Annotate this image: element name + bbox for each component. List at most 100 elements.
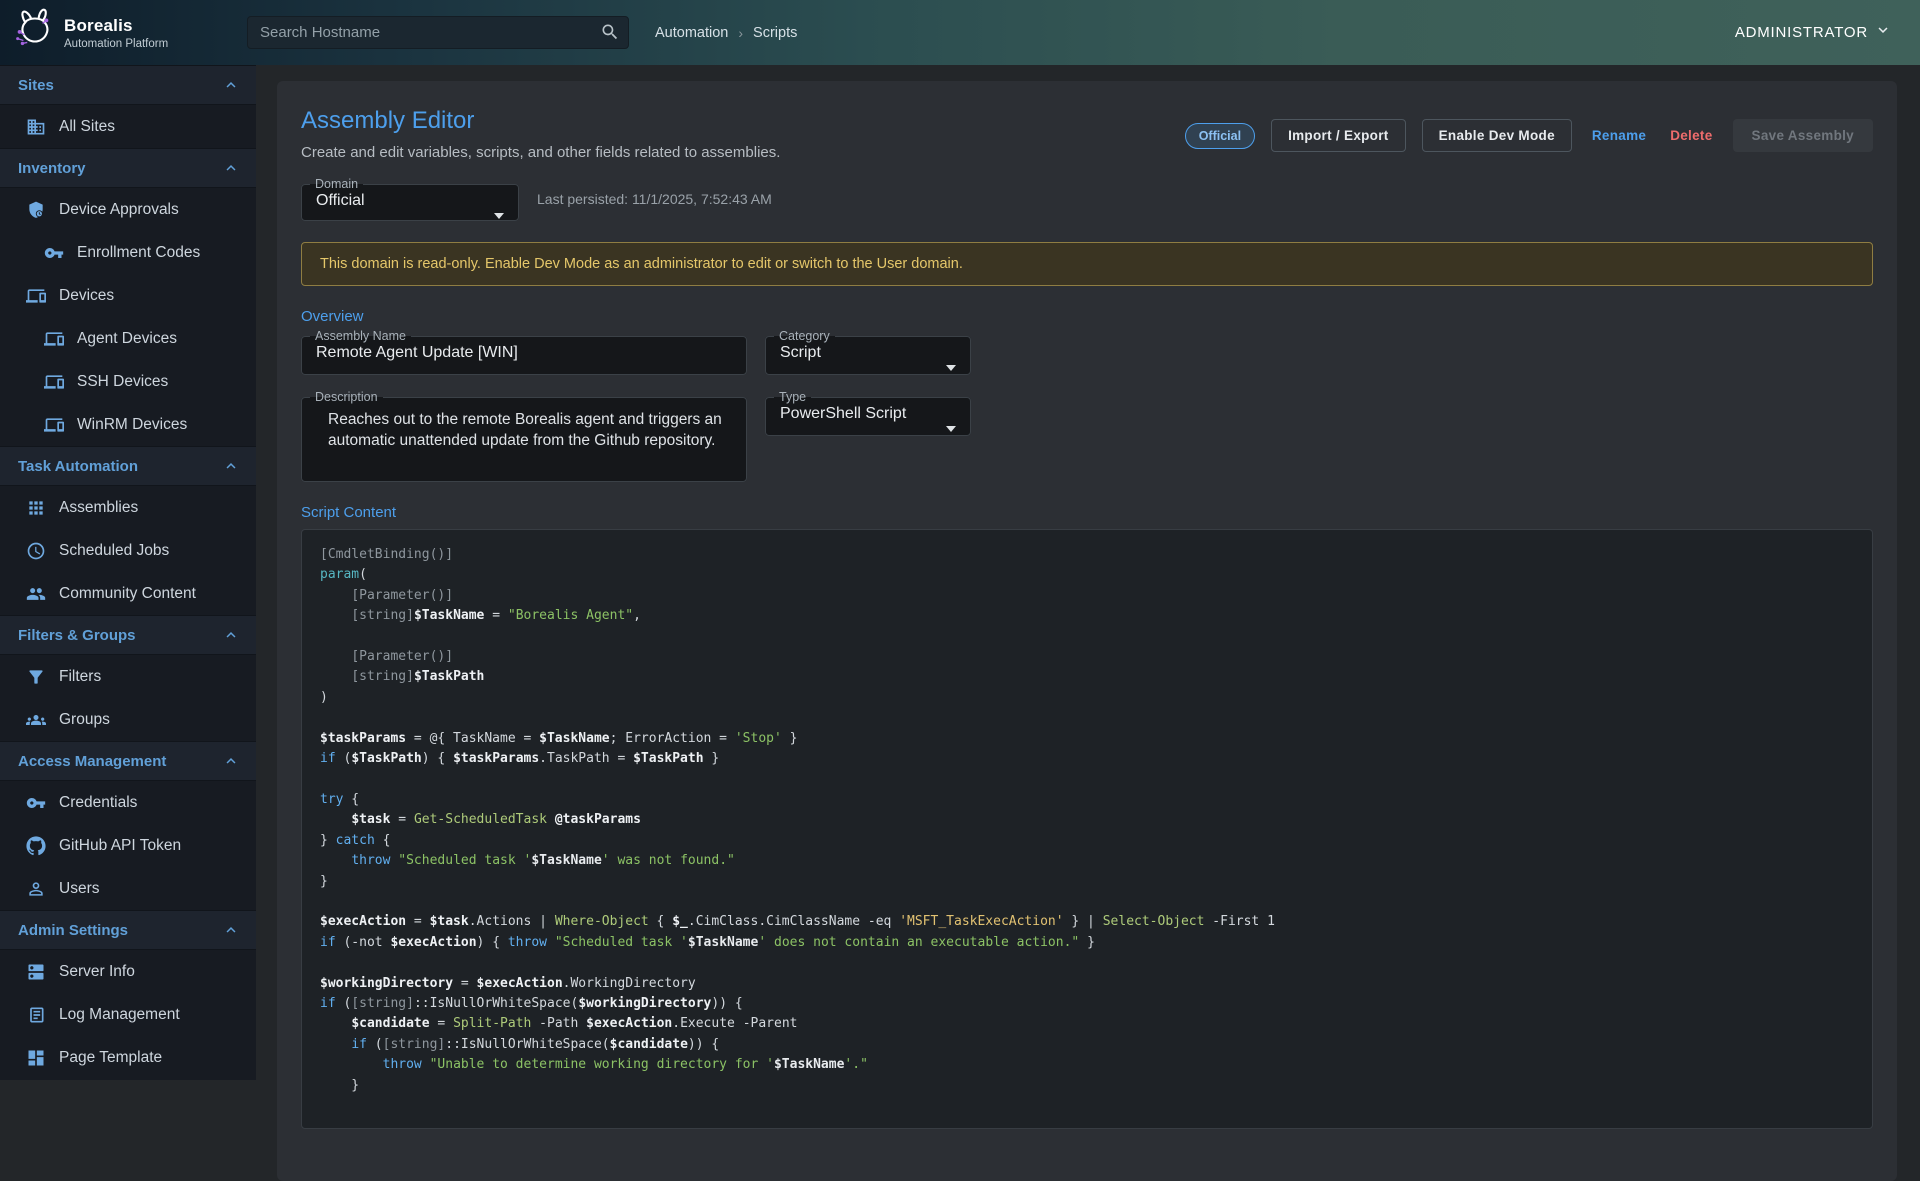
script-code[interactable]: [CmdletBinding()]param( [Parameter()] [s… xyxy=(301,529,1873,1129)
breadcrumb-separator-icon: › xyxy=(738,25,743,41)
code-line xyxy=(320,892,1854,912)
sidebar-item-server-info[interactable]: Server Info xyxy=(0,950,256,993)
sidebar-item-label: Scheduled Jobs xyxy=(59,542,169,560)
people-icon xyxy=(26,584,46,604)
code-line: param( xyxy=(320,565,1854,585)
assembly-name-value: Remote Agent Update [WIN] xyxy=(302,343,746,372)
domain-select[interactable]: Domain Official xyxy=(301,177,519,221)
main-content: Assembly Editor Create and edit variable… xyxy=(256,65,1920,1181)
brand[interactable]: Borealis Automation Platform xyxy=(0,7,247,58)
sidebar-section-task-automation[interactable]: Task Automation xyxy=(0,446,256,486)
sidebar-item-label: SSH Devices xyxy=(77,373,168,391)
assembly-name-field[interactable]: Assembly Name Remote Agent Update [WIN] xyxy=(301,329,747,375)
sidebar-section-access-management[interactable]: Access Management xyxy=(0,741,256,781)
sidebar-item-winrm-devices[interactable]: WinRM Devices xyxy=(0,403,256,446)
sidebar-item-label: Server Info xyxy=(59,963,135,981)
code-line xyxy=(320,708,1854,728)
sidebar-item-filters[interactable]: Filters xyxy=(0,655,256,698)
save-assembly-button[interactable]: Save Assembly xyxy=(1733,119,1873,152)
sidebar-item-assemblies[interactable]: Assemblies xyxy=(0,486,256,529)
code-line: throw "Unable to determine working direc… xyxy=(320,1055,1854,1075)
code-line xyxy=(320,953,1854,973)
sidebar-item-community-content[interactable]: Community Content xyxy=(0,572,256,615)
code-line: [string]$TaskPath xyxy=(320,667,1854,687)
search-box xyxy=(247,16,629,49)
server-icon xyxy=(26,962,46,982)
borealis-logo-icon xyxy=(10,7,56,58)
log-icon xyxy=(26,1005,46,1025)
rename-button[interactable]: Rename xyxy=(1588,120,1650,151)
sidebar-item-label: Groups xyxy=(59,711,110,729)
sidebar-item-devices[interactable]: Devices xyxy=(0,274,256,317)
chevron-up-icon xyxy=(222,159,240,177)
code-line: $taskParams = @{ TaskName = $TaskName; E… xyxy=(320,729,1854,749)
code-line: if (-not $execAction) { throw "Scheduled… xyxy=(320,933,1854,953)
github-icon xyxy=(26,836,46,856)
sidebar-item-enrollment-codes[interactable]: Enrollment Codes xyxy=(0,231,256,274)
code-line: $execAction = $task.Actions | Where-Obje… xyxy=(320,912,1854,932)
sidebar-item-all-sites[interactable]: All Sites xyxy=(0,105,256,148)
sidebar-item-label: All Sites xyxy=(59,118,115,136)
sidebar-item-label: Users xyxy=(59,880,99,898)
sidebar-item-agent-devices[interactable]: Agent Devices xyxy=(0,317,256,360)
groups-icon xyxy=(26,710,46,730)
sidebar-item-page-template[interactable]: Page Template xyxy=(0,1036,256,1079)
sidebar-section-inventory[interactable]: Inventory xyxy=(0,148,256,188)
sidebar-item-label: Filters xyxy=(59,668,101,686)
assembly-editor-card: Assembly Editor Create and edit variable… xyxy=(277,81,1897,1181)
sidebar-item-scheduled-jobs[interactable]: Scheduled Jobs xyxy=(0,529,256,572)
person-icon xyxy=(26,879,46,899)
import-export-button[interactable]: Import / Export xyxy=(1271,119,1406,152)
sidebar-item-label: Device Approvals xyxy=(59,201,179,219)
breadcrumb-automation[interactable]: Automation xyxy=(655,25,728,41)
key-icon xyxy=(26,793,46,813)
script-content-label: Script Content xyxy=(301,504,1873,521)
sidebar-item-label: Enrollment Codes xyxy=(77,244,200,262)
code-line: } xyxy=(320,1076,1854,1096)
page-subtitle: Create and edit variables, scripts, and … xyxy=(301,144,780,161)
sidebar-section-filters-groups[interactable]: Filters & Groups xyxy=(0,615,256,655)
delete-button[interactable]: Delete xyxy=(1666,120,1716,151)
sidebar-section-label: Filters & Groups xyxy=(18,627,136,644)
breadcrumb-scripts[interactable]: Scripts xyxy=(753,25,797,41)
type-select[interactable]: Type PowerShell Script xyxy=(765,390,971,436)
description-label: Description xyxy=(310,390,383,404)
category-select[interactable]: Category Script xyxy=(765,329,971,375)
sidebar-section-admin-settings[interactable]: Admin Settings xyxy=(0,910,256,950)
read-only-warning: This domain is read-only. Enable Dev Mod… xyxy=(301,242,1873,286)
search-icon[interactable] xyxy=(600,22,620,47)
sidebar-item-groups[interactable]: Groups xyxy=(0,698,256,741)
enable-dev-mode-button[interactable]: Enable Dev Mode xyxy=(1422,119,1572,152)
code-line: [Parameter()] xyxy=(320,647,1854,667)
chevron-down-icon xyxy=(1874,21,1892,44)
sidebar-item-label: Community Content xyxy=(59,585,196,603)
sidebar-item-label: Assemblies xyxy=(59,499,138,517)
type-value: PowerShell Script xyxy=(766,404,970,433)
sidebar-section-label: Task Automation xyxy=(18,458,138,475)
dropdown-arrow-icon xyxy=(946,365,956,371)
code-line xyxy=(320,627,1854,647)
sidebar-item-credentials[interactable]: Credentials xyxy=(0,781,256,824)
code-line: $task = Get-ScheduledTask @taskParams xyxy=(320,810,1854,830)
description-field[interactable]: Description Reaches out to the remote Bo… xyxy=(301,390,747,482)
code-line: if ($TaskPath) { $taskParams.TaskPath = … xyxy=(320,749,1854,769)
user-menu[interactable]: ADMINISTRATOR xyxy=(1735,21,1892,44)
sidebar-item-users[interactable]: Users xyxy=(0,867,256,910)
dropdown-arrow-icon xyxy=(946,426,956,432)
sidebar-item-ssh-devices[interactable]: SSH Devices xyxy=(0,360,256,403)
sidebar-section-label: Admin Settings xyxy=(18,922,128,939)
sidebar-item-github-api-token[interactable]: GitHub API Token xyxy=(0,824,256,867)
sidebar-item-device-approvals[interactable]: Device Approvals xyxy=(0,188,256,231)
chevron-up-icon xyxy=(222,752,240,770)
devices-icon xyxy=(44,415,64,435)
devices-icon xyxy=(44,329,64,349)
sidebar-item-label: WinRM Devices xyxy=(77,416,187,434)
search-input[interactable] xyxy=(247,16,629,49)
last-persisted-text: Last persisted: 11/1/2025, 7:52:43 AM xyxy=(537,191,772,207)
official-badge: Official xyxy=(1185,123,1255,149)
sidebar-item-log-management[interactable]: Log Management xyxy=(0,993,256,1036)
chevron-up-icon xyxy=(222,76,240,94)
sidebar-section-sites[interactable]: Sites xyxy=(0,65,256,105)
key-icon xyxy=(44,243,64,263)
devices-icon xyxy=(44,372,64,392)
